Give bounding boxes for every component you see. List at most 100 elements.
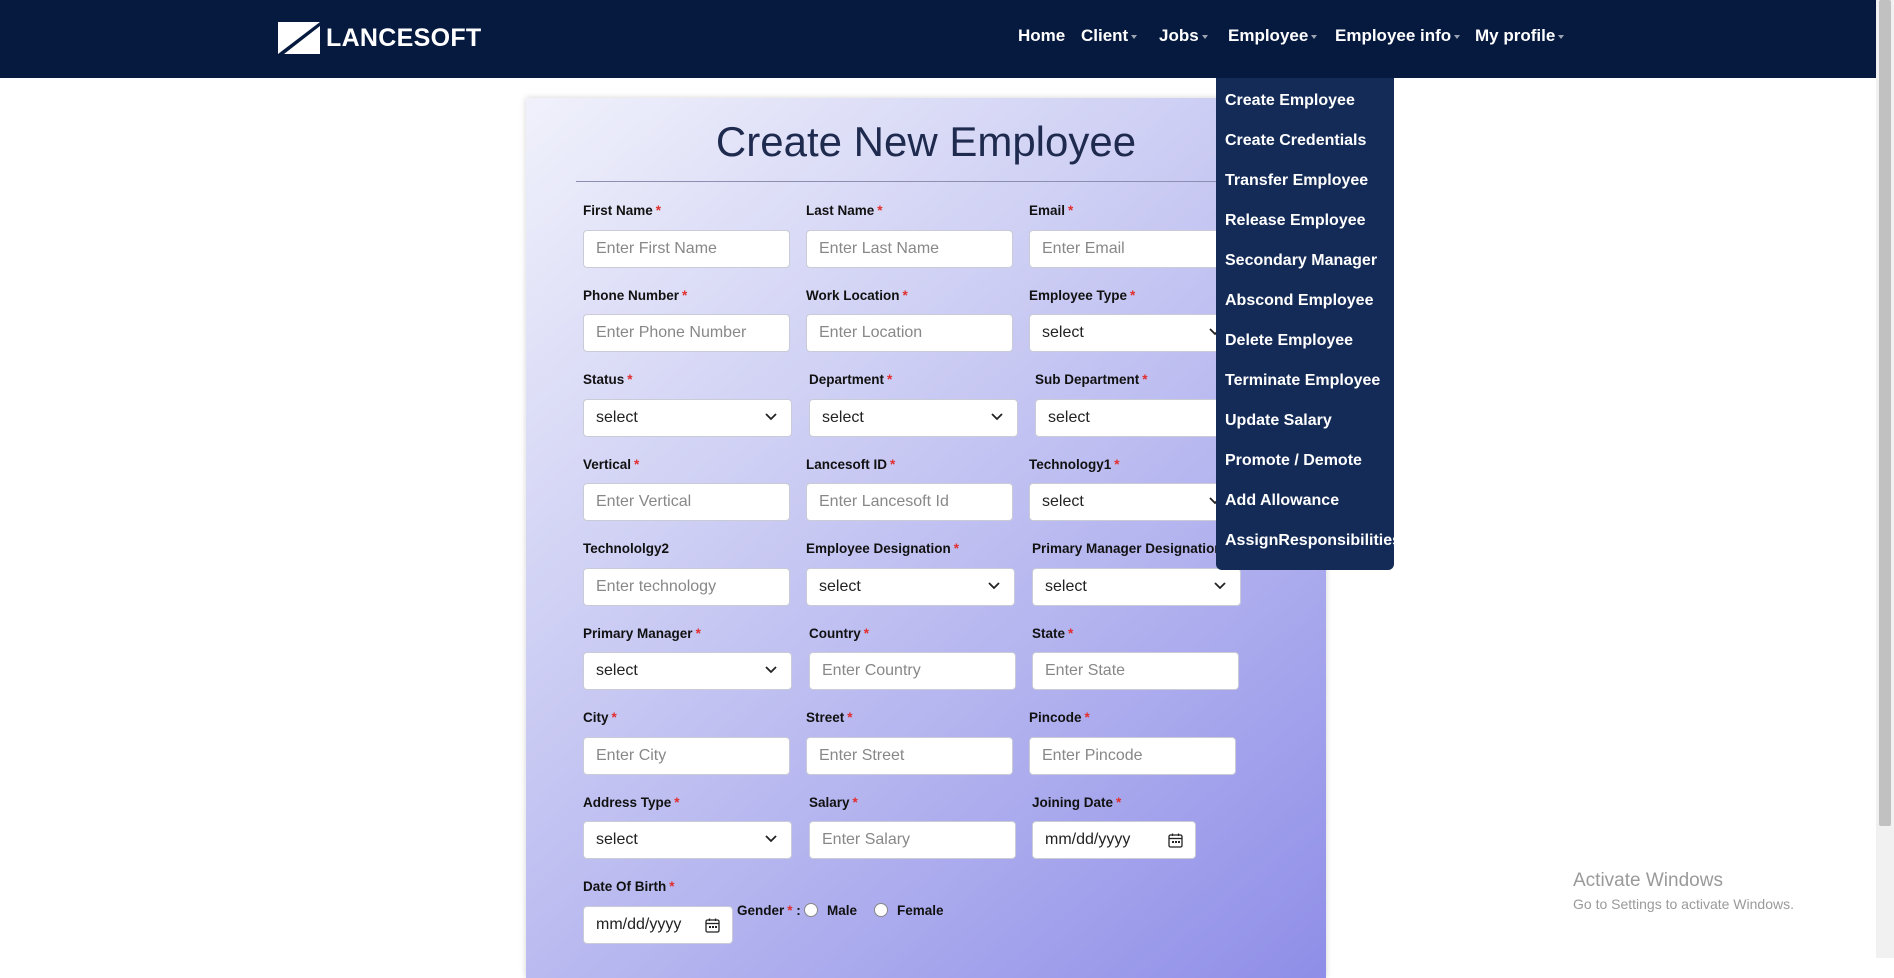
sub-department-label: Sub Department * — [1035, 372, 1148, 387]
technology2-input[interactable] — [583, 568, 790, 606]
primary-manager-value: select — [596, 662, 638, 679]
state-input[interactable] — [1032, 652, 1239, 690]
gender-male-label[interactable]: Male — [827, 903, 857, 918]
primary-manager-label: Primary Manager * — [583, 626, 701, 641]
email-label: Email * — [1029, 203, 1074, 218]
gender-male-radio[interactable] — [804, 903, 818, 917]
chevron-down-icon — [1558, 34, 1565, 39]
gender-female-radio[interactable] — [874, 903, 888, 917]
nav-jobs[interactable]: Jobs — [1159, 26, 1208, 46]
first-name-input[interactable] — [583, 230, 790, 268]
nav-home[interactable]: Home — [1018, 26, 1065, 46]
menu-abscond-employee[interactable]: Abscond Employee — [1225, 292, 1373, 310]
status-value: select — [596, 409, 638, 426]
menu-secondary-manager[interactable]: Secondary Manager — [1225, 252, 1377, 270]
chevron-down-icon — [1454, 34, 1461, 39]
logo-icon — [278, 22, 320, 54]
nav-employee[interactable]: Employee — [1228, 26, 1318, 46]
navbar: LANCESOFT Home Client Jobs Employee Empl… — [0, 0, 1876, 78]
employee-type-select[interactable]: select — [1029, 314, 1236, 352]
nav-client[interactable]: Client — [1081, 26, 1138, 46]
dob-input[interactable]: mm/dd/yyyy — [583, 906, 733, 944]
designation-select[interactable]: select — [806, 568, 1015, 606]
phone-input[interactable] — [583, 314, 790, 352]
joining-date-input[interactable]: mm/dd/yyyy — [1032, 821, 1196, 859]
lancesoft-id-input[interactable] — [806, 483, 1013, 521]
last-name-input[interactable] — [806, 230, 1013, 268]
status-label: Status * — [583, 372, 633, 387]
employee-type-label: Employee Type * — [1029, 288, 1136, 303]
state-label: State * — [1032, 626, 1074, 641]
nav-jobs-label: Jobs — [1159, 26, 1199, 45]
brand-logo[interactable]: LANCESOFT — [278, 22, 481, 54]
chevron-down-icon — [988, 582, 1000, 590]
department-label: Department * — [809, 372, 893, 387]
menu-add-allowance[interactable]: Add Allowance — [1225, 492, 1339, 510]
gender-female-label[interactable]: Female — [897, 903, 944, 918]
chevron-down-icon — [1131, 34, 1138, 39]
menu-create-employee[interactable]: Create Employee — [1225, 92, 1355, 110]
vertical-label: Vertical * — [583, 457, 640, 472]
primary-manager-designation-select[interactable]: select — [1032, 568, 1241, 606]
pincode-input[interactable] — [1029, 737, 1236, 775]
menu-promote-demote[interactable]: Promote / Demote — [1225, 452, 1362, 470]
title-divider — [576, 181, 1276, 182]
menu-terminate-employee[interactable]: Terminate Employee — [1225, 372, 1380, 390]
chevron-down-icon — [765, 666, 777, 674]
primary-manager-designation-label: Primary Manager Designation — [1032, 541, 1223, 556]
address-type-select[interactable]: select — [583, 821, 792, 859]
nav-employee-info-label: Employee info — [1335, 26, 1452, 45]
menu-create-credentials[interactable]: Create Credentials — [1225, 132, 1366, 150]
chevron-down-icon — [765, 413, 777, 421]
menu-assign-responsibilities[interactable]: AssignResponsibilities — [1225, 532, 1401, 550]
address-type-label: Address Type * — [583, 795, 680, 810]
work-location-label: Work Location * — [806, 288, 908, 303]
menu-delete-employee[interactable]: Delete Employee — [1225, 332, 1353, 350]
employee-type-value: select — [1042, 324, 1084, 341]
technology1-value: select — [1042, 493, 1084, 510]
salary-label: Salary * — [809, 795, 858, 810]
calendar-icon[interactable] — [1168, 833, 1183, 848]
pincode-label: Pincode * — [1029, 710, 1090, 725]
chevron-down-icon — [765, 835, 777, 843]
menu-release-employee[interactable]: Release Employee — [1225, 212, 1366, 230]
nav-client-label: Client — [1081, 26, 1129, 45]
lancesoft-id-label: Lancesoft ID * — [806, 457, 896, 472]
menu-transfer-employee[interactable]: Transfer Employee — [1225, 172, 1368, 190]
nav-employee-label: Employee — [1228, 26, 1309, 45]
street-input[interactable] — [806, 737, 1013, 775]
dob-value: mm/dd/yyyy — [596, 916, 682, 933]
page-title: Create New Employee — [715, 118, 1137, 165]
city-input[interactable] — [583, 737, 790, 775]
joining-date-value: mm/dd/yyyy — [1045, 831, 1131, 848]
activation-watermark-subtitle: Go to Settings to activate Windows. — [1573, 896, 1794, 912]
nav-my-profile[interactable]: My profile — [1475, 26, 1565, 46]
status-select[interactable]: select — [583, 399, 792, 437]
technology2-label: Technololgy2 — [583, 541, 670, 556]
chevron-down-icon — [1201, 34, 1208, 39]
nav-employee-info[interactable]: Employee info — [1335, 26, 1461, 46]
dob-label: Date Of Birth * — [583, 879, 675, 894]
salary-input[interactable] — [809, 821, 1016, 859]
brand-name: LANCESOFT — [326, 23, 482, 52]
scrollbar-thumb[interactable] — [1879, 0, 1891, 826]
nav-my-profile-label: My profile — [1475, 26, 1556, 45]
sub-department-select[interactable]: select — [1035, 399, 1244, 437]
chevron-down-icon — [1214, 582, 1226, 590]
nav-home-label: Home — [1018, 26, 1066, 45]
country-label: Country * — [809, 626, 870, 641]
first-name-label: First Name * — [583, 203, 662, 218]
technology1-select[interactable]: select — [1029, 483, 1236, 521]
email-input[interactable] — [1029, 230, 1236, 268]
work-location-input[interactable] — [806, 314, 1013, 352]
primary-manager-select[interactable]: select — [583, 652, 792, 690]
create-employee-card: Create New Employee First Name* Last Nam… — [526, 98, 1326, 978]
phone-label: Phone Number * — [583, 288, 688, 303]
technology1-label: Technology1 * — [1029, 457, 1120, 472]
vertical-input[interactable] — [583, 483, 790, 521]
country-input[interactable] — [809, 652, 1016, 690]
menu-update-salary[interactable]: Update Salary — [1225, 412, 1332, 430]
calendar-icon[interactable] — [705, 918, 720, 933]
department-value: select — [822, 409, 864, 426]
department-select[interactable]: select — [809, 399, 1018, 437]
